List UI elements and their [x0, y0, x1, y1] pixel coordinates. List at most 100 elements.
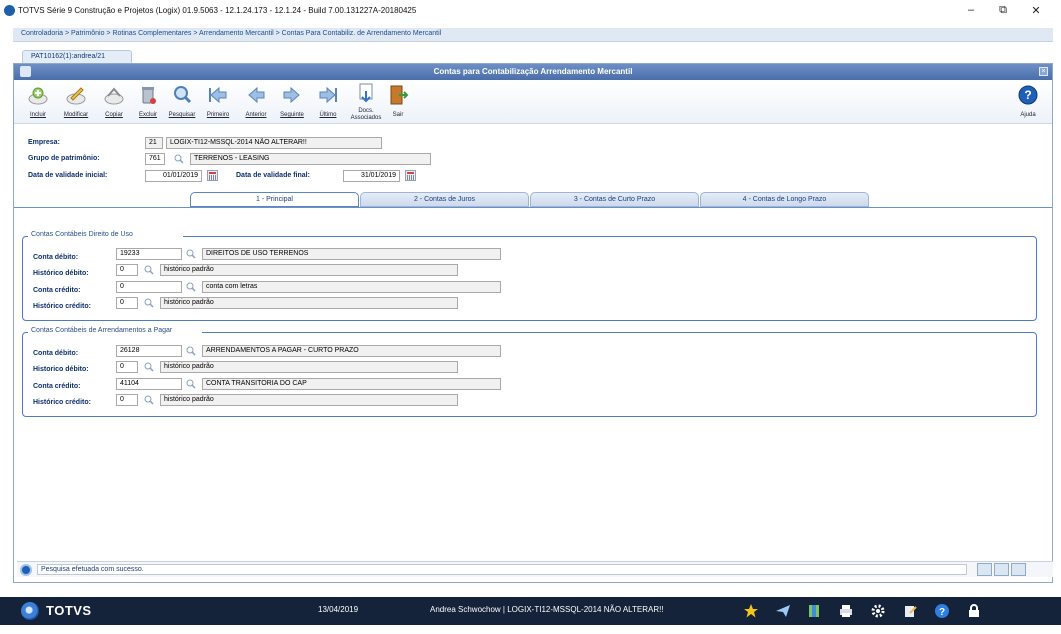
- tab-strip: 1 - Principal 2 - Contas de Juros 3 - Co…: [188, 192, 870, 207]
- g2-conta-credito-code[interactable]: 41104: [116, 378, 182, 390]
- group-arrendamentos-title: Contas Contábeis de Arrendamentos a Paga…: [28, 327, 203, 334]
- g2-hist-debito-label: Historico débito:: [33, 366, 89, 373]
- primeiro-button[interactable]: Primeiro: [200, 82, 236, 122]
- taskbar-date: 13/04/2019: [318, 605, 359, 614]
- totvs-logo-icon[interactable]: [21, 602, 39, 620]
- validade-inicial-field[interactable]: 01/01/2019: [145, 170, 202, 182]
- validade-final-label: Data de validade final:: [236, 172, 310, 179]
- g2-hist-debito-code[interactable]: 0: [116, 361, 138, 373]
- incluir-button[interactable]: Incluir: [20, 82, 56, 122]
- search-icon[interactable]: [185, 248, 197, 260]
- validade-final-field[interactable]: 31/01/2019: [343, 170, 400, 182]
- help-icon: ?: [1018, 85, 1038, 105]
- close-button[interactable]: ✕: [1028, 4, 1044, 18]
- ajuda-label: Ajuda: [1020, 112, 1036, 118]
- anterior-label: Anterior: [245, 112, 267, 118]
- g2-hist-debito-name: histórico padrão: [160, 361, 458, 373]
- sair-label: Sair: [392, 112, 404, 118]
- calendar-icon[interactable]: [207, 170, 218, 181]
- g1-hist-debito-code[interactable]: 0: [116, 264, 138, 276]
- search-icon[interactable]: [185, 378, 197, 390]
- seguinte-button[interactable]: Seguinte: [274, 82, 310, 122]
- status-info-icon: [20, 564, 32, 576]
- totvs-app-icon: [4, 5, 15, 16]
- minimize-button[interactable]: –: [963, 4, 979, 18]
- favorites-star-icon[interactable]: [743, 603, 759, 619]
- attached-docs-icon: [359, 83, 373, 103]
- sair-button[interactable]: Sair: [380, 82, 416, 122]
- form-title: Contas para Contabilização Arrendamento …: [433, 67, 633, 76]
- g2-hist-credito-label: Histórico crédito:: [33, 399, 91, 406]
- ultimo-button[interactable]: Último: [310, 82, 346, 122]
- modificar-label: Modificar: [63, 112, 89, 118]
- svg-text:?: ?: [1024, 88, 1031, 102]
- trash-icon: [142, 87, 156, 104]
- calendar-icon[interactable]: [405, 170, 416, 181]
- g2-conta-debito-code[interactable]: 26128: [116, 345, 182, 357]
- copiar-button[interactable]: Copiar: [96, 82, 132, 122]
- g1-conta-debito-name: DIREITOS DE USO TERRENOS: [202, 248, 501, 260]
- g1-conta-debito-label: Conta débito:: [33, 254, 79, 261]
- search-icon[interactable]: [143, 297, 155, 309]
- pesquisar-button[interactable]: Pesquisar: [164, 82, 200, 122]
- empresa-name-field: LOGIX-TI12-MSSQL-2014 NÃO ALTERAR!!: [166, 137, 382, 149]
- status-message-icon[interactable]: [1011, 563, 1026, 576]
- validade-inicial-label: Data de validade inicial:: [28, 172, 108, 179]
- g1-hist-credito-label: Histórico crédito:: [33, 303, 91, 310]
- copy-icon: [104, 87, 124, 105]
- search-icon[interactable]: [143, 264, 155, 276]
- tab-contas-longo-prazo[interactable]: 4 - Contas de Longo Prazo: [700, 192, 869, 207]
- g1-conta-debito-code[interactable]: 19233: [116, 248, 182, 260]
- program-tab[interactable]: PAT10162(1):andrea/21: [22, 50, 132, 63]
- primeiro-label: Primeiro: [206, 112, 230, 118]
- excluir-button[interactable]: Excluir: [130, 82, 166, 122]
- g2-hist-credito-name: histórico padrão: [160, 394, 458, 406]
- form-title-bar: Contas para Contabilização Arrendamento …: [14, 64, 1052, 80]
- app-title-bar: TOTVS Série 9 Construção e Projetos (Log…: [0, 0, 1061, 24]
- search-icon[interactable]: [185, 345, 197, 357]
- ajuda-button[interactable]: ? Ajuda: [1010, 82, 1046, 122]
- breadcrumb-text[interactable]: Controladoria > Patrimônio > Rotinas Com…: [21, 30, 441, 37]
- search-icon[interactable]: [143, 361, 155, 373]
- anterior-button[interactable]: Anterior: [238, 82, 274, 122]
- app-title: TOTVS Série 9 Construção e Projetos (Log…: [18, 6, 417, 15]
- tab-contas-juros[interactable]: 2 - Contas de Juros: [360, 192, 529, 207]
- toolbar: Incluir Modificar Copiar Excluir Pesquis…: [14, 80, 1052, 124]
- print-icon[interactable]: [838, 603, 854, 619]
- docs-associados-button[interactable]: Docs. Associados: [348, 82, 384, 122]
- help-icon[interactable]: ?: [934, 603, 950, 619]
- lock-icon[interactable]: [966, 603, 982, 619]
- status-message: Pesquisa efetuada com sucesso.: [37, 564, 967, 575]
- group-direito-de-uso-title: Contas Contábeis Direito de Uso: [28, 231, 183, 238]
- taskbar-user-info: Andrea Schwochow | LOGIX-TI12-MSSQL-2014…: [430, 605, 664, 614]
- g2-hist-credito-code[interactable]: 0: [116, 394, 138, 406]
- search-icon[interactable]: [185, 281, 197, 293]
- status-link-icon[interactable]: [977, 563, 992, 576]
- restore-button[interactable]: ⧉: [995, 4, 1011, 18]
- modificar-button[interactable]: Modificar: [58, 82, 94, 122]
- g1-hist-debito-label: Histórico débito:: [33, 270, 89, 277]
- excluir-label: Excluir: [138, 112, 157, 118]
- grupo-name-field: TERRENOS - LEASING: [190, 153, 431, 165]
- edit-document-icon[interactable]: [902, 603, 918, 619]
- g1-hist-credito-name: histórico padrão: [160, 297, 458, 309]
- grupo-lookup-icon[interactable]: [173, 153, 185, 165]
- status-edit-icon[interactable]: [994, 563, 1009, 576]
- search-icon[interactable]: [143, 394, 155, 406]
- tab-principal[interactable]: 1 - Principal: [190, 192, 359, 207]
- ultimo-label: Último: [319, 112, 337, 118]
- last-record-icon: [319, 86, 337, 104]
- g1-hist-credito-code[interactable]: 0: [116, 297, 138, 309]
- g2-conta-debito-name: ARRENDAMENTOS A PAGAR - CURTO PRAZO: [202, 345, 501, 357]
- docs-label-line1: Docs.: [358, 108, 374, 114]
- paper-plane-icon[interactable]: [775, 603, 791, 619]
- grupo-code-field[interactable]: 761: [145, 153, 165, 165]
- form-close-button[interactable]: ×: [1039, 67, 1048, 76]
- previous-record-icon: [248, 86, 265, 104]
- empresa-code-field[interactable]: 21: [145, 137, 163, 149]
- g1-conta-credito-code[interactable]: 0: [116, 281, 182, 293]
- bookmark-icon[interactable]: [806, 603, 822, 619]
- gear-icon[interactable]: [870, 603, 886, 619]
- tab-contas-curto-prazo[interactable]: 3 - Contas de Curto Prazo: [530, 192, 699, 207]
- totvs-brand: TOTVS: [46, 603, 92, 618]
